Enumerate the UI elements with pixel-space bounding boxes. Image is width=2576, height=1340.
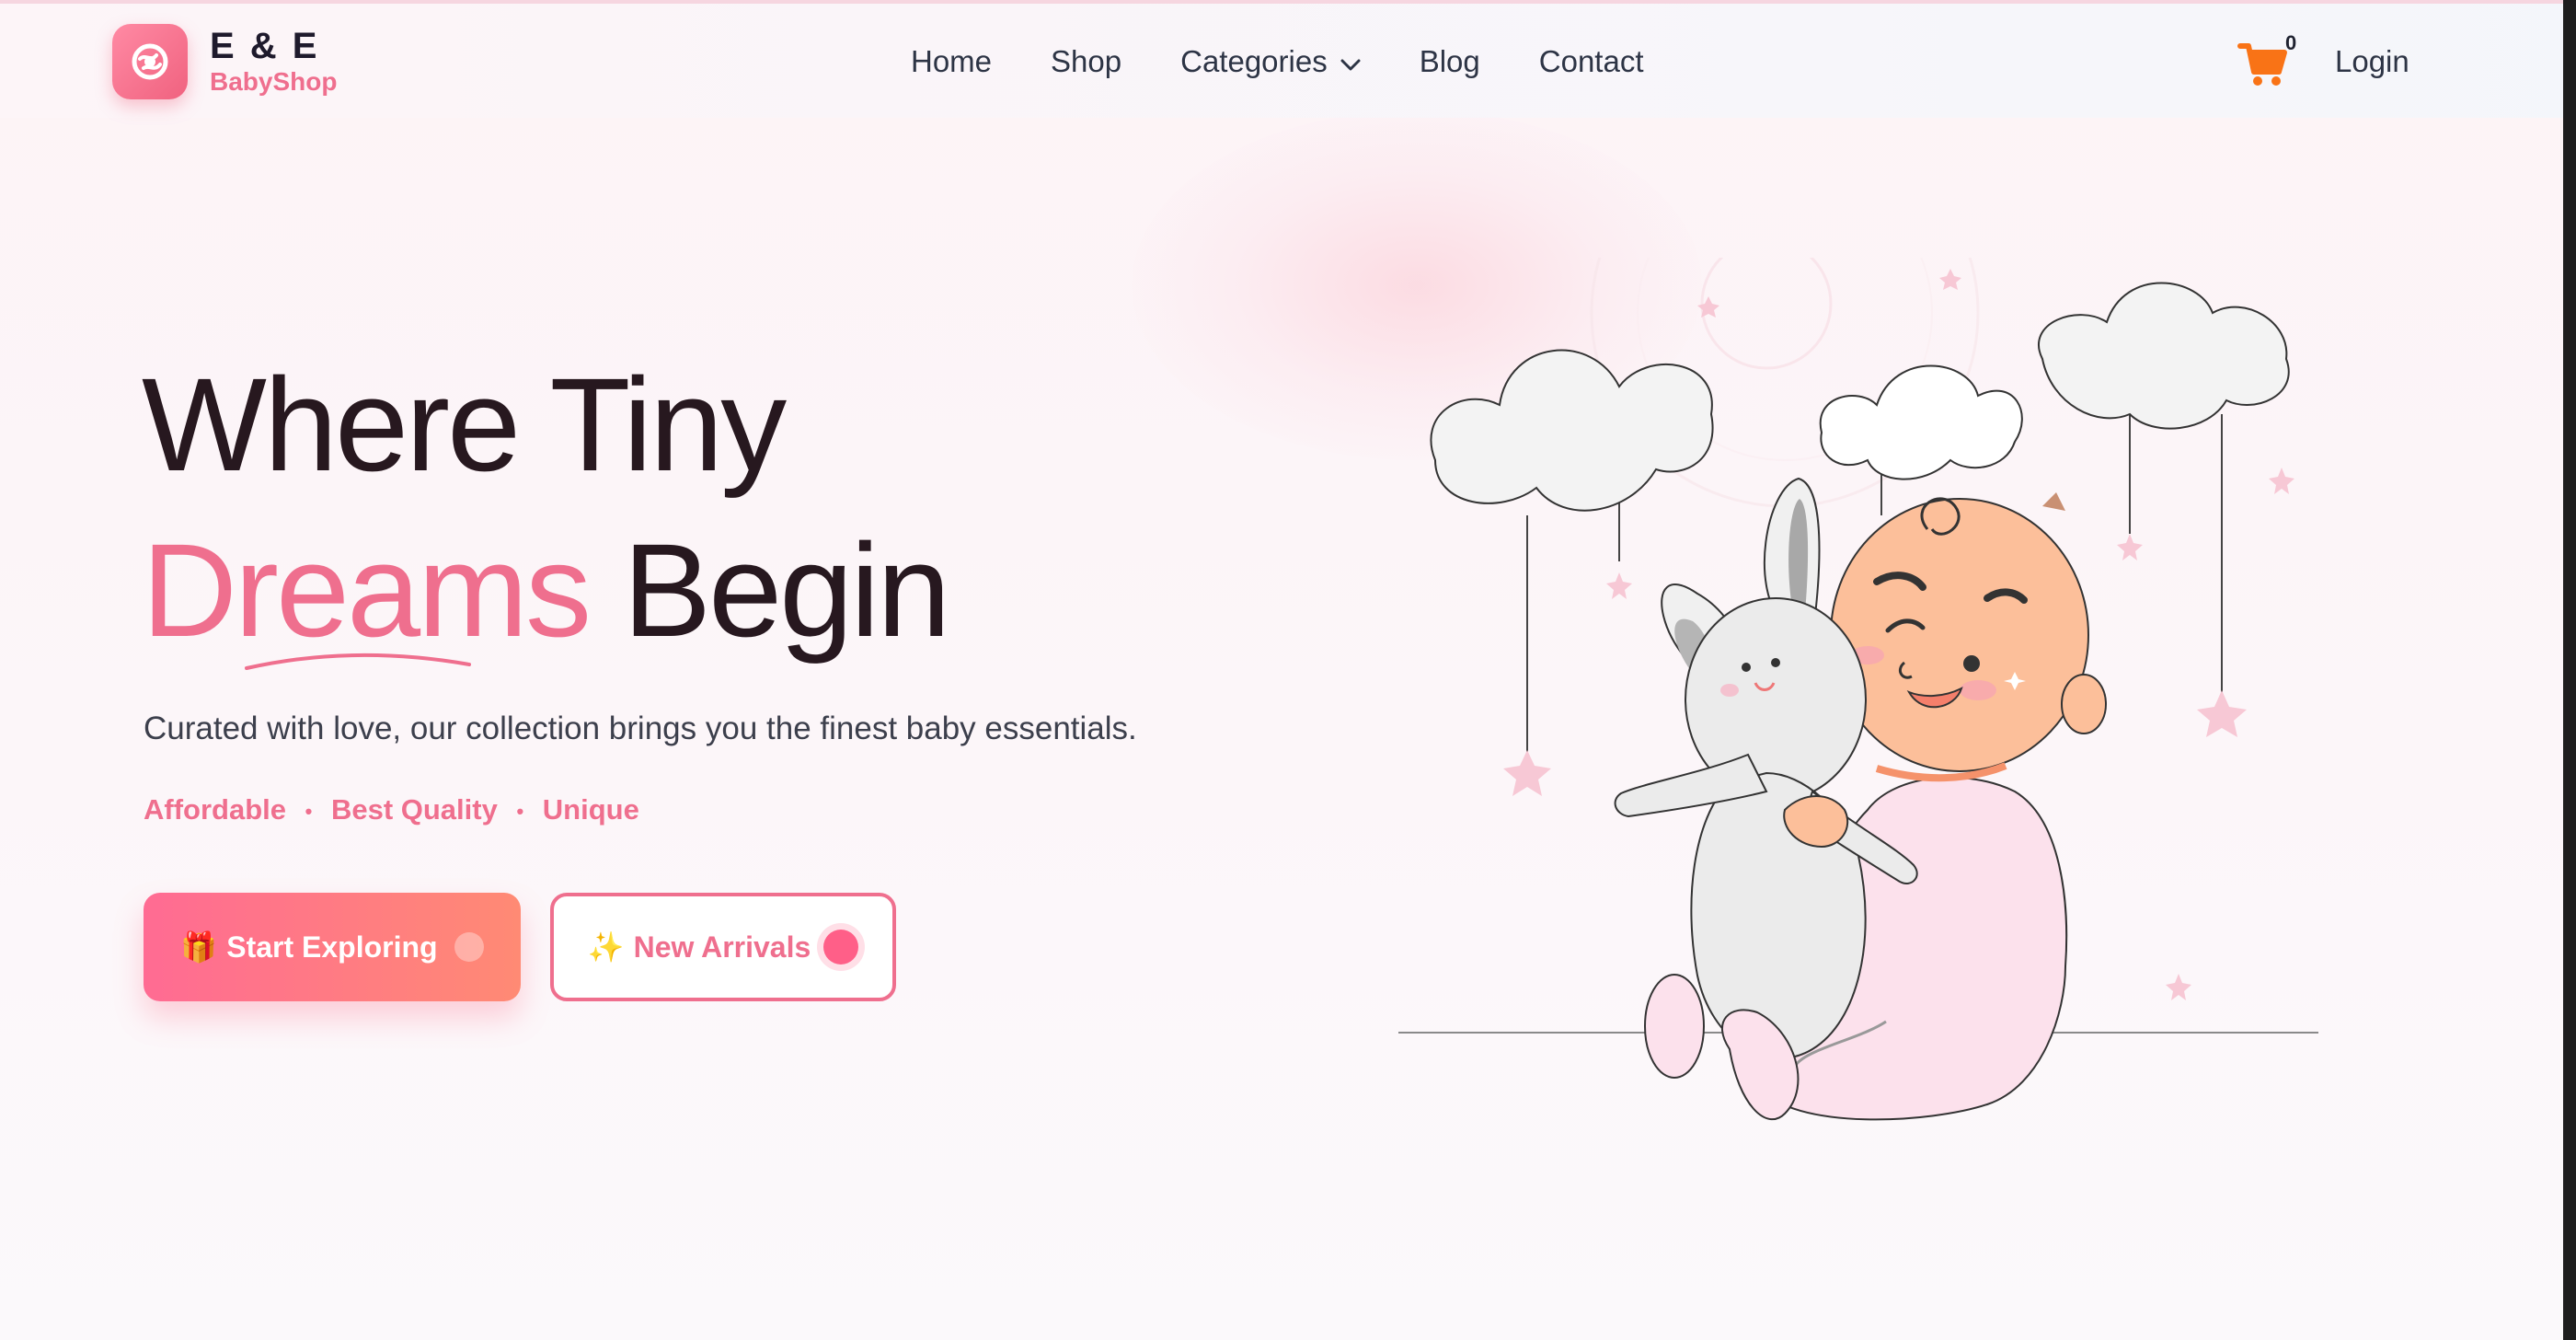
gift-icon: 🎁 [180,930,218,964]
nav-categories-label: Categories [1180,44,1328,78]
start-exploring-label: Start Exploring [226,930,438,964]
main-nav: Home Shop Categories Blog Contact [911,44,1703,79]
new-arrivals-button[interactable]: ✨ New Arrivals [550,893,896,1001]
hero-subtitle: Curated with love, our collection brings… [144,710,1137,746]
nav-blog[interactable]: Blog [1420,44,1480,79]
feature-separator: • [516,799,524,823]
brand-subtitle: BabyShop [210,67,338,96]
brand-logo-link[interactable]: E & E BabyShop [112,24,337,99]
start-exploring-button[interactable]: 🎁 Start Exploring [144,893,521,1001]
window-edge [2563,0,2576,1340]
nav-contact[interactable]: Contact [1539,44,1644,79]
pulse-dot-icon [454,932,484,962]
hero-title: Where Tiny Dreams Begin [142,342,950,674]
logo-icon [112,24,188,99]
sparkles-icon: ✨ [587,930,625,964]
feature-separator: • [305,799,313,823]
login-link[interactable]: Login [2335,44,2409,79]
site-header: E & E BabyShop Home Shop Categories Blog… [0,4,2563,118]
hero-title-line1: Where Tiny [142,351,787,499]
chevron-down-icon [1340,44,1361,79]
page: E & E BabyShop Home Shop Categories Blog… [0,0,2576,1340]
brand-text: E & E BabyShop [210,26,337,98]
nav-shop[interactable]: Shop [1051,44,1121,79]
shopping-cart-icon[interactable] [2237,39,2289,90]
nav-home[interactable]: Home [911,44,992,79]
feature-affordable: Affordable [144,793,286,826]
cart-count-badge: 0 [2285,31,2297,54]
feature-best-quality: Best Quality [330,793,498,826]
feature-unique: Unique [542,793,639,826]
hero-title-accent: Dreams [142,516,592,664]
brand-title: E & E [210,26,320,66]
baby-with-bunny-illustration [1380,118,2355,1160]
pulse-dot-icon [823,930,859,965]
nav-categories-dropdown[interactable]: Categories [1180,44,1361,79]
title-underline-decoration [245,653,471,670]
new-arrivals-label: New Arrivals [633,930,811,964]
hero-features: Affordable • Best Quality • Unique [144,793,639,826]
hero-title-rest: Begin [589,516,950,664]
